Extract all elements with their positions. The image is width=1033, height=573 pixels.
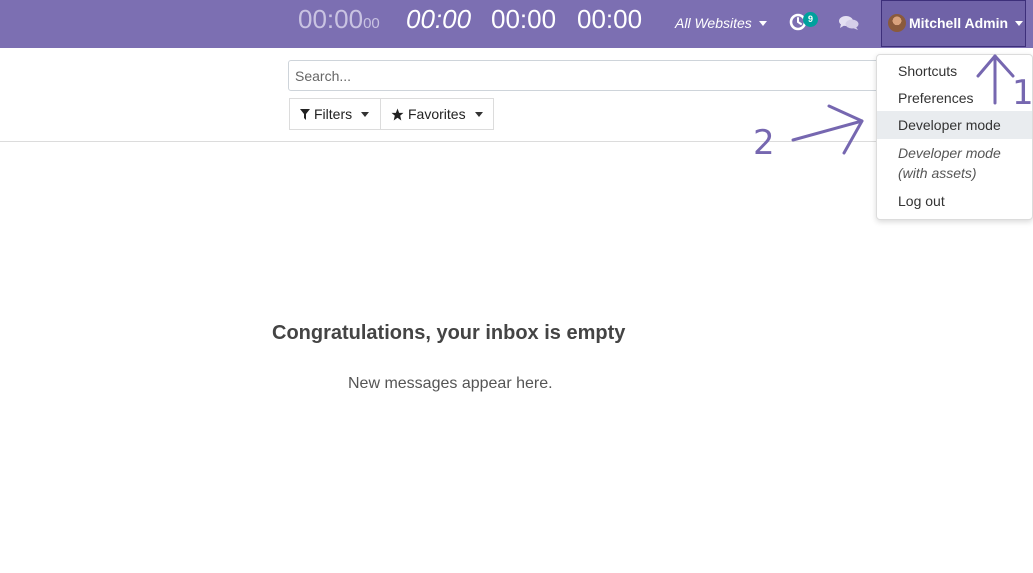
search-input[interactable] <box>288 60 888 91</box>
website-switcher-label: All Websites <box>675 15 752 31</box>
filter-icon <box>300 108 310 120</box>
timer-display: 00:0000 <box>298 4 380 39</box>
chat-bubbles-icon[interactable] <box>838 13 860 33</box>
user-menu-button[interactable]: Mitchell Admin <box>881 0 1026 47</box>
filters-label: Filters <box>314 106 353 122</box>
menu-item-shortcuts[interactable]: Shortcuts <box>877 61 1032 81</box>
top-navbar: 00:0000 00:00 00:00 00:00 All Websites 9… <box>0 0 1033 48</box>
star-icon <box>391 108 404 120</box>
menu-item-preferences[interactable]: Preferences <box>877 88 1032 108</box>
avatar <box>888 14 906 32</box>
favorites-label: Favorites <box>408 106 466 122</box>
menu-item-label-line2: (with assets) <box>898 165 977 181</box>
user-name: Mitchell Admin <box>909 15 1009 31</box>
timer-display: 00:00 <box>491 4 557 34</box>
chevron-down-icon <box>758 21 767 26</box>
user-dropdown-menu: Shortcuts Preferences Developer mode Dev… <box>876 54 1033 220</box>
chevron-down-icon <box>361 111 370 117</box>
favorites-button[interactable]: Favorites <box>380 98 494 130</box>
menu-item-developer-mode-assets[interactable]: Developer mode (with assets) <box>877 143 1032 183</box>
timer-seconds: 00 <box>363 15 380 32</box>
menu-item-label-line1: Developer mode <box>898 145 1001 161</box>
chevron-down-icon <box>474 111 483 117</box>
timer-main: 00:00 <box>298 4 364 34</box>
filters-button[interactable]: Filters <box>289 98 381 130</box>
menu-item-developer-mode[interactable]: Developer mode <box>877 111 1032 139</box>
website-switcher[interactable]: All Websites <box>675 15 767 31</box>
timer-display: 00:00 <box>577 4 643 34</box>
menu-item-logout[interactable]: Log out <box>877 191 1032 211</box>
empty-inbox-text: New messages appear here. <box>348 375 553 392</box>
activity-count-badge: 9 <box>803 12 818 27</box>
chevron-down-icon <box>1015 21 1023 26</box>
annotation-step-2: 2 <box>753 123 775 163</box>
search-options: Filters Favorites <box>289 98 494 130</box>
annotation-step-1: 1 <box>1012 73 1033 113</box>
timer-display: 00:00 <box>406 4 472 34</box>
empty-inbox-title: Congratulations, your inbox is empty <box>272 322 626 344</box>
